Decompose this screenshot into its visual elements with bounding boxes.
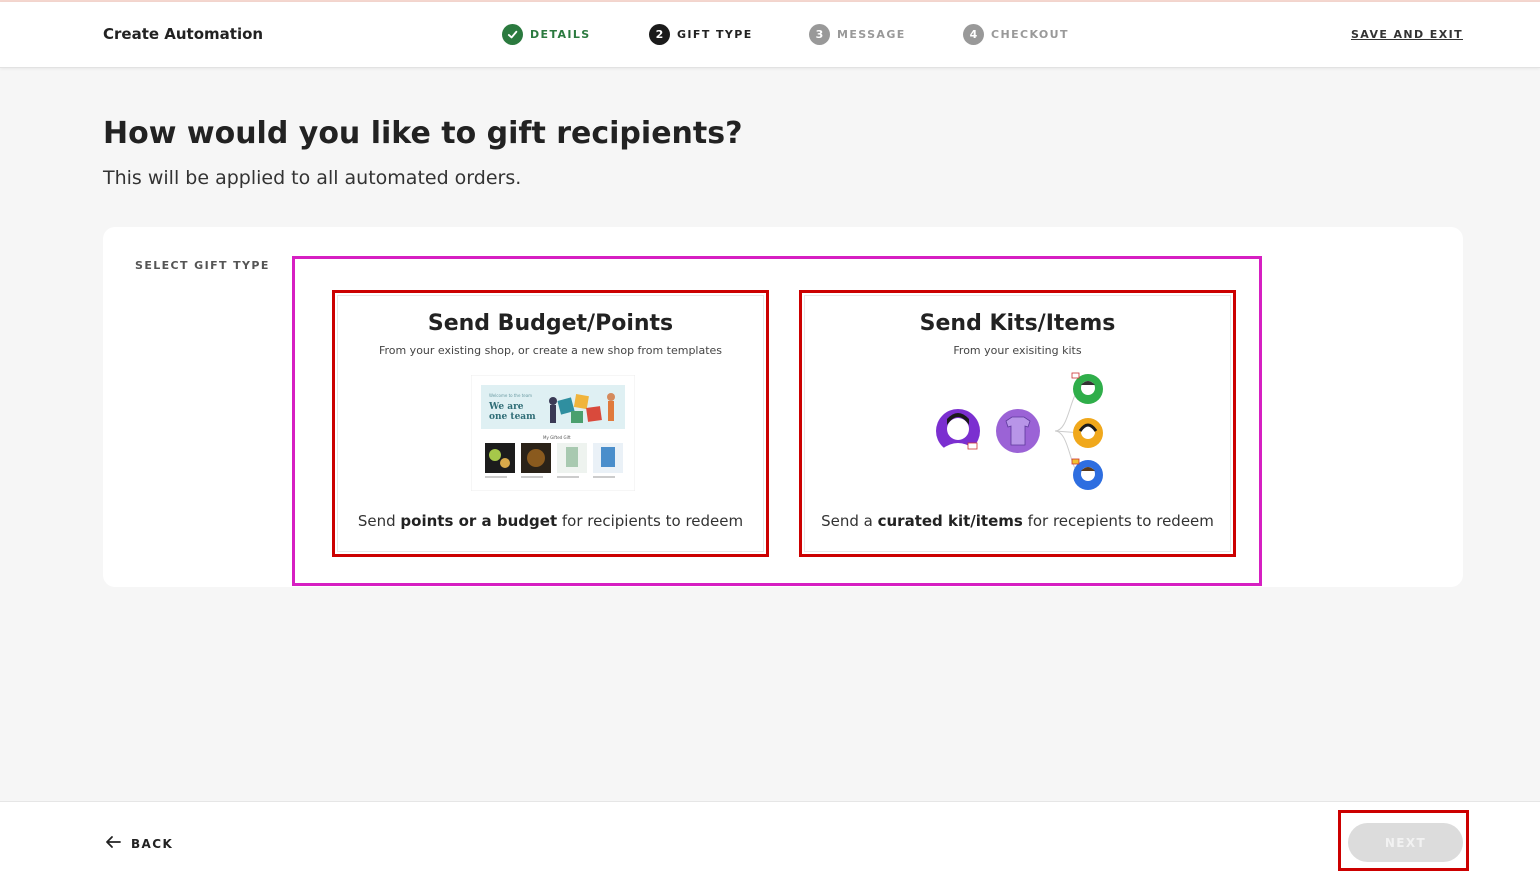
- check-icon: [502, 24, 523, 45]
- card-title: Send Kits/Items: [919, 311, 1116, 336]
- card-title: Send Budget/Points: [427, 311, 674, 336]
- step-label: DETAILS: [530, 28, 591, 41]
- page-title: How would you like to gift recipients?: [103, 116, 743, 151]
- card-subtitle: From your existing shop, or create a new…: [378, 344, 723, 357]
- svg-text:one team: one team: [489, 412, 536, 422]
- budget-points-card[interactable]: Send Budget/Points From your existing sh…: [332, 290, 769, 557]
- step-number: 2: [649, 24, 670, 45]
- arrow-left-icon: [105, 835, 121, 852]
- back-button[interactable]: BACK: [105, 835, 173, 852]
- step-number: 4: [963, 24, 984, 45]
- bottom-footer: BACK NEXT: [0, 801, 1540, 877]
- step-number: 3: [809, 24, 830, 45]
- step-message[interactable]: 3 MESSAGE: [809, 24, 906, 45]
- svg-text:We are: We are: [488, 402, 524, 412]
- next-button[interactable]: NEXT: [1348, 823, 1463, 862]
- card-description: Send points or a budget for recipients t…: [357, 512, 744, 530]
- step-label: GIFT TYPE: [677, 28, 753, 41]
- card-subtitle: From your exisiting kits: [953, 344, 1082, 357]
- step-label: CHECKOUT: [991, 28, 1069, 41]
- select-gift-type-label: SELECT GIFT TYPE: [135, 259, 270, 272]
- kits-items-card[interactable]: Send Kits/Items From your exisiting kits: [799, 290, 1236, 557]
- step-details[interactable]: DETAILS: [502, 24, 591, 45]
- back-label: BACK: [131, 836, 174, 851]
- step-gift-type[interactable]: 2 GIFT TYPE: [649, 24, 753, 45]
- kit-distribution-illustration: [936, 372, 1103, 490]
- card-description: Send a curated kit/items for recepients …: [821, 512, 1214, 530]
- stepper: DETAILS 2 GIFT TYPE 3 MESSAGE 4 CHECKOUT: [0, 2, 1540, 68]
- illustration-small-text: My Gifted Gift: [543, 435, 571, 440]
- page-subtitle: This will be applied to all automated or…: [103, 167, 522, 189]
- shop-preview-illustration: Welcome to the team We are one team My G…: [471, 375, 635, 491]
- top-header: Create Automation DETAILS 2 GIFT TYPE 3 …: [0, 2, 1540, 68]
- gift-type-panel: SELECT GIFT TYPE Send Budget/Points From…: [103, 227, 1463, 587]
- step-label: MESSAGE: [837, 28, 906, 41]
- save-and-exit-link[interactable]: SAVE AND EXIT: [1351, 28, 1463, 41]
- illustration-caption: Welcome to the team: [489, 393, 532, 398]
- step-checkout[interactable]: 4 CHECKOUT: [963, 24, 1069, 45]
